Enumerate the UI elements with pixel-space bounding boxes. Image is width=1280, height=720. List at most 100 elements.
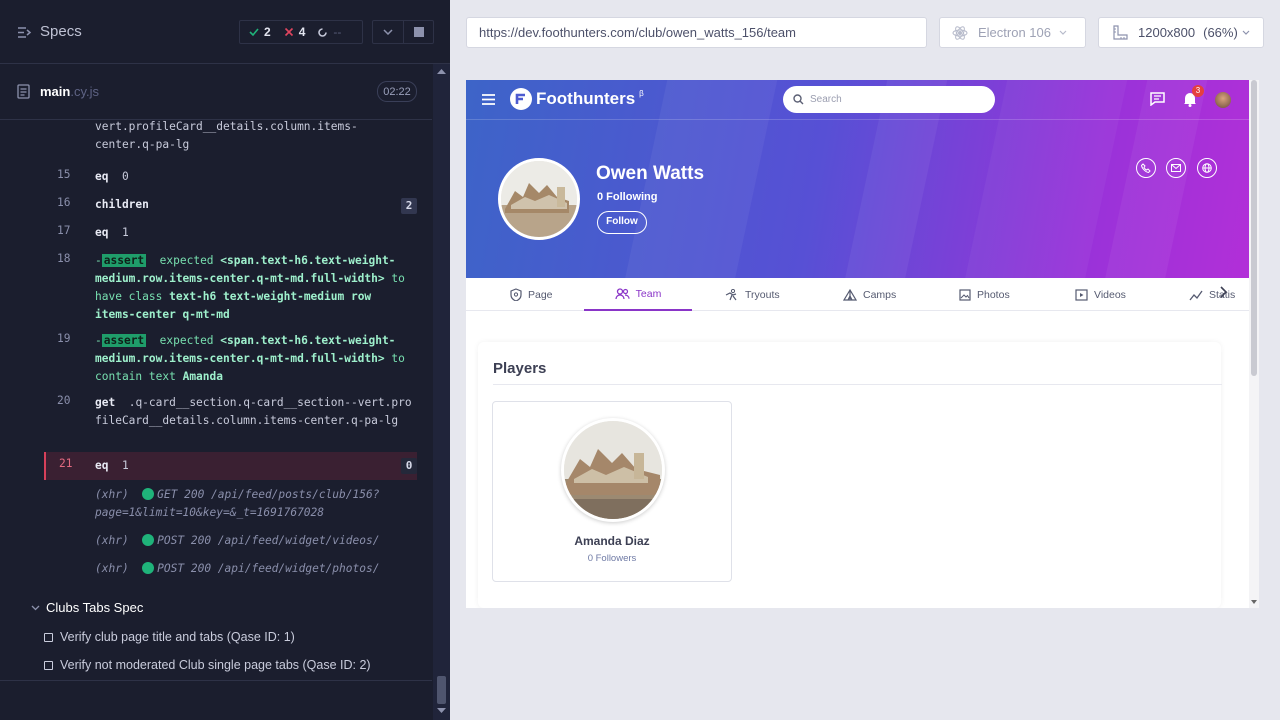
scroll-thumb[interactable] — [1251, 80, 1257, 376]
chevron-down-icon — [1059, 30, 1067, 35]
notification-badge: 3 — [1192, 85, 1204, 97]
player-card[interactable]: Amanda Diaz 0 Followers — [492, 401, 732, 582]
aut-scrollbar[interactable] — [1249, 80, 1259, 608]
command-row[interactable]: vert.profileCard__details.column.items-c… — [44, 120, 417, 162]
xhr-row[interactable]: (xhr) GET 200 /api/feed/posts/club/156? p… — [44, 486, 417, 526]
players-heading: Players — [493, 360, 547, 377]
spec-file-name[interactable]: main.cy.js — [40, 84, 99, 99]
reporter-header: Specs 2 4 -- — [0, 0, 450, 64]
stop-button[interactable] — [403, 20, 434, 44]
tab-tryouts[interactable]: Tryouts — [724, 278, 794, 311]
checkbox-icon — [44, 632, 53, 642]
scroll-down-icon — [437, 708, 446, 713]
search-icon — [793, 94, 804, 105]
command-row[interactable]: 17 eq 1 — [44, 224, 417, 242]
scroll-up-icon — [437, 69, 446, 74]
chat-icon[interactable] — [1150, 92, 1165, 106]
tab-page[interactable]: Page — [510, 278, 572, 311]
url-bar[interactable]: https://dev.foothunters.com/club/owen_wa… — [466, 17, 927, 48]
mail-icon[interactable] — [1166, 158, 1186, 178]
reporter-scrollbar[interactable] — [433, 64, 450, 720]
tab-camps[interactable]: Camps — [843, 278, 913, 311]
assert-row[interactable]: 18 - assert expected <span.text-h6.text-w… — [44, 252, 417, 324]
chevron-right-icon[interactable] — [1220, 286, 1228, 298]
check-icon — [249, 28, 259, 37]
xhr-row[interactable]: (xhr) POST 200 /api/feed/widget/videos/ — [44, 532, 417, 550]
status-dot-icon — [142, 488, 155, 500]
scroll-thumb[interactable] — [437, 676, 446, 704]
club-hero: Foothunters β Search 3 Owen Watts 0 Foll… — [466, 80, 1249, 278]
user-avatar[interactable] — [1215, 92, 1231, 108]
checkbox-icon — [44, 660, 53, 670]
club-avatar — [498, 158, 580, 240]
scroll-down-icon — [1251, 600, 1257, 604]
search-placeholder: Search — [810, 94, 842, 105]
chevron-down-icon — [383, 29, 393, 35]
count-badge: 2 — [401, 198, 417, 214]
video-icon — [1075, 288, 1088, 301]
suite-title[interactable]: Clubs Tabs Spec — [31, 600, 143, 615]
test-item[interactable]: Verify club page title and tabs (Qase ID… — [44, 630, 295, 644]
stop-icon — [413, 27, 424, 37]
command-row[interactable]: 15 eq 0 — [44, 168, 417, 186]
failed-count: 4 — [284, 25, 305, 39]
club-tabs: Page Team Tryouts Camps Photos Videos St… — [466, 278, 1249, 311]
globe-icon[interactable] — [1197, 158, 1217, 178]
viewport-selector[interactable]: 1200x800 (66%) — [1098, 17, 1264, 48]
site-logo[interactable]: Foothunters β — [510, 88, 644, 110]
following-count: 0 Following — [597, 191, 658, 203]
team-icon — [615, 287, 630, 299]
browser-selector[interactable]: Electron 106 — [939, 17, 1086, 48]
failed-command-row[interactable]: 21 eq 1 0 — [44, 452, 417, 480]
specs-title[interactable]: Specs — [40, 23, 82, 40]
scale-label: (66%) — [1203, 25, 1238, 40]
assert-tag: assert — [101, 334, 147, 347]
command-log: vert.profileCard__details.column.items-c… — [44, 120, 417, 580]
status-dot-icon — [142, 562, 155, 574]
tryouts-icon — [725, 288, 737, 300]
shield-icon — [510, 288, 522, 301]
site-navbar: Foothunters β Search 3 — [466, 80, 1249, 120]
player-avatar — [561, 418, 665, 522]
spec-file-bar: main.cy.js 02:22 — [0, 64, 432, 120]
app-under-test: Foothunters β Search 3 Owen Watts 0 Foll… — [466, 80, 1258, 608]
test-item[interactable]: Verify not moderated Club single page ta… — [44, 658, 371, 672]
chevron-down-icon — [1242, 30, 1250, 35]
players-card: Players Amanda Diaz 0 Followers — [478, 342, 1222, 608]
status-dot-icon — [142, 534, 155, 546]
tab-videos[interactable]: Videos — [1075, 278, 1145, 311]
menu-icon[interactable] — [482, 94, 495, 105]
player-name[interactable]: Amanda Diaz — [493, 534, 731, 548]
club-name: Owen Watts — [596, 163, 705, 184]
divider — [493, 384, 1222, 385]
site-search[interactable]: Search — [783, 86, 995, 113]
duration-badge: 02:22 — [377, 81, 417, 102]
divider — [0, 680, 432, 681]
tab-statistics[interactable]: Statis — [1189, 278, 1239, 311]
xhr-row[interactable]: (xhr) POST 200 /api/feed/widget/photos/ — [44, 560, 417, 578]
viewport-label: 1200x800 — [1138, 25, 1196, 40]
tab-photos[interactable]: Photos — [959, 278, 1029, 311]
electron-icon — [952, 25, 968, 40]
file-icon — [17, 84, 30, 99]
count-badge: 0 — [401, 458, 417, 474]
spinner-icon — [318, 27, 328, 37]
follow-button[interactable]: Follow — [597, 211, 647, 234]
browser-label: Electron 106 — [978, 25, 1051, 40]
phone-icon[interactable] — [1136, 158, 1156, 178]
command-row[interactable]: 16 children 2 — [44, 196, 417, 214]
test-stats: 2 4 -- — [239, 20, 363, 44]
x-icon — [284, 27, 293, 37]
tab-team[interactable]: Team — [584, 278, 692, 311]
club-photo — [501, 161, 577, 237]
command-row[interactable]: 20 get .q-card__section.q-card__section-… — [44, 394, 417, 448]
stats-icon — [1189, 290, 1203, 300]
player-followers: 0 Followers — [587, 553, 637, 564]
passed-count: 2 — [249, 25, 271, 39]
foothunters-logo-icon — [510, 88, 532, 110]
assert-row[interactable]: 19 - assert expected <span.text-h6.text-w… — [44, 332, 417, 386]
tent-icon — [843, 288, 857, 301]
chevron-down-button[interactable] — [372, 20, 404, 44]
specs-list-icon[interactable] — [17, 26, 32, 39]
pending-count: -- — [317, 25, 341, 39]
